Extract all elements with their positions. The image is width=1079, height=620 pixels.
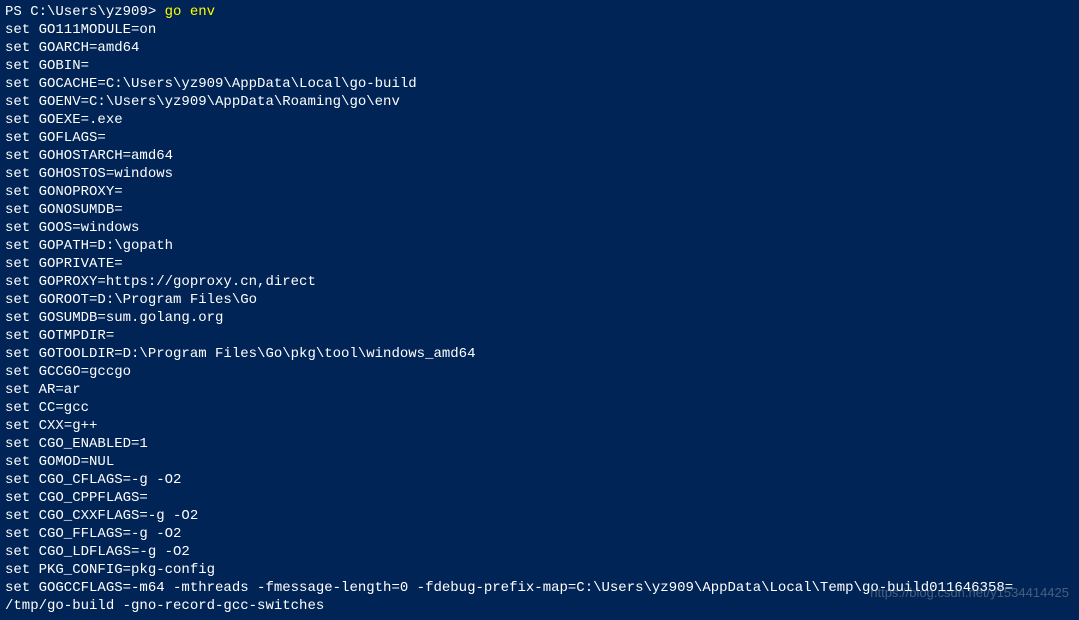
output-line: set CGO_LDFLAGS=-g -O2 [5, 543, 1074, 561]
command-text: go env [165, 4, 215, 20]
output-line: set GOOS=windows [5, 219, 1074, 237]
output-line: set CGO_ENABLED=1 [5, 435, 1074, 453]
output-line: set GOEXE=.exe [5, 111, 1074, 129]
output-line: set CXX=g++ [5, 417, 1074, 435]
output-line: set GOMOD=NUL [5, 453, 1074, 471]
output-line: set GONOPROXY= [5, 183, 1074, 201]
output-line: set GOHOSTARCH=amd64 [5, 147, 1074, 165]
output-line: set GO111MODULE=on [5, 21, 1074, 39]
output-line: set GCCGO=gccgo [5, 363, 1074, 381]
output-line: set CGO_CFLAGS=-g -O2 [5, 471, 1074, 489]
output-line: set GONOSUMDB= [5, 201, 1074, 219]
output-line: set GOPRIVATE= [5, 255, 1074, 273]
output-line: set GOTOOLDIR=D:\Program Files\Go\pkg\to… [5, 345, 1074, 363]
output-line: set GOFLAGS= [5, 129, 1074, 147]
output-line: set AR=ar [5, 381, 1074, 399]
prompt-path: PS C:\Users\yz909> [5, 4, 165, 20]
output-line: /tmp/go-build -gno-record-gcc-switches [5, 597, 1074, 615]
output-line: set GOROOT=D:\Program Files\Go [5, 291, 1074, 309]
terminal-output: set GO111MODULE=onset GOARCH=amd64set GO… [5, 21, 1074, 615]
output-line: set GOPROXY=https://goproxy.cn,direct [5, 273, 1074, 291]
output-line: set PKG_CONFIG=pkg-config [5, 561, 1074, 579]
output-line: set GOPATH=D:\gopath [5, 237, 1074, 255]
output-line: set CGO_CXXFLAGS=-g -O2 [5, 507, 1074, 525]
output-line: set GOCACHE=C:\Users\yz909\AppData\Local… [5, 75, 1074, 93]
output-line: set GOARCH=amd64 [5, 39, 1074, 57]
output-line: set GOBIN= [5, 57, 1074, 75]
output-line: set CC=gcc [5, 399, 1074, 417]
output-line: set CGO_CPPFLAGS= [5, 489, 1074, 507]
output-line: set GOENV=C:\Users\yz909\AppData\Roaming… [5, 93, 1074, 111]
output-line: set CGO_FFLAGS=-g -O2 [5, 525, 1074, 543]
output-line: set GOGCCFLAGS=-m64 -mthreads -fmessage-… [5, 579, 1074, 597]
output-line: set GOTMPDIR= [5, 327, 1074, 345]
output-line: set GOHOSTOS=windows [5, 165, 1074, 183]
prompt-line[interactable]: PS C:\Users\yz909> go env [5, 3, 1074, 21]
output-line: set GOSUMDB=sum.golang.org [5, 309, 1074, 327]
